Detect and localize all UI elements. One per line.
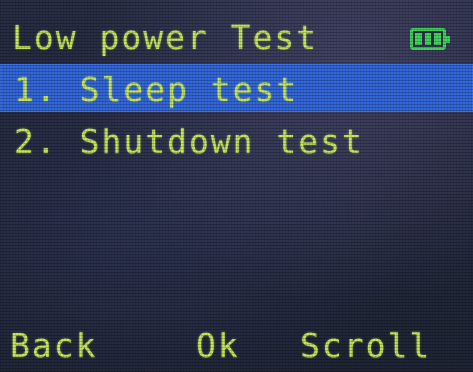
scroll-softkey[interactable]: Scroll [300, 326, 431, 365]
battery-cell [415, 33, 422, 45]
menu-item-label: 1. Sleep test [14, 70, 299, 109]
title-bar: Low power Test [0, 0, 473, 62]
battery-cell [434, 33, 442, 45]
battery-full-icon [410, 28, 450, 50]
menu-item-sleep-test[interactable]: 1. Sleep test [0, 64, 473, 112]
back-softkey[interactable]: Back [10, 326, 97, 365]
lcd-screen: Low power Test 1. Sleep test 2. Shutdown… [0, 0, 473, 372]
battery-cell [424, 33, 432, 45]
menu-item-shutdown-test[interactable]: 2. Shutdown test [0, 116, 473, 164]
page-title: Low power Test [12, 18, 319, 57]
menu-item-label: 2. Shutdown test [14, 122, 364, 161]
ok-softkey[interactable]: Ok [196, 326, 240, 365]
